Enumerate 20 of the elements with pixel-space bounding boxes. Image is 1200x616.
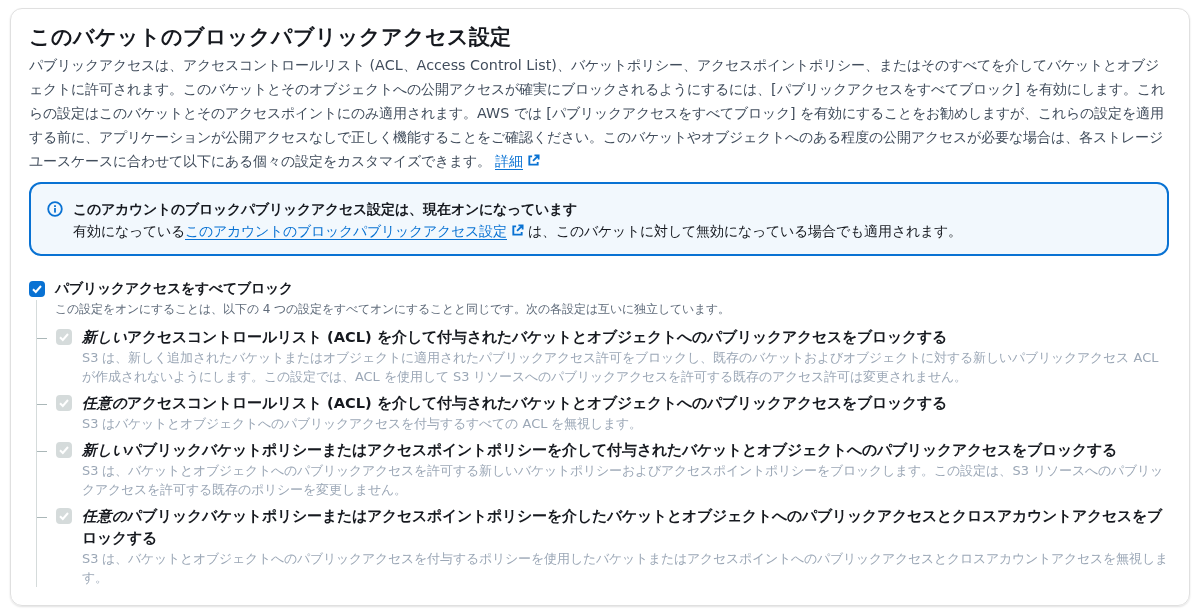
checkbox-description: S3 は、バケットとオブジェクトへのパブリックアクセスを付与するポリシーを使用したバケットまたはアクセスポイントへのパブリックアクセスとクロスアカウントアクセスを無視します。 xyxy=(82,550,1169,587)
checkbox-label: 任意のアクセスコントロールリスト (ACL) を介して付与されたバケットとオブジェクトへのパブリックアクセスをブロックする xyxy=(82,393,947,413)
details-link[interactable]: 詳細 xyxy=(495,153,523,169)
checkbox-label: 新しいパブリックバケットポリシーまたはアクセスポイントポリシーを介して付与されたバケットとオブジェクトへのパブリックアクセスをブロックする xyxy=(82,440,1118,460)
checkbox[interactable] xyxy=(29,281,45,297)
info-icon xyxy=(47,201,63,217)
checkbox-label: パブリックアクセスをすべてブロック xyxy=(55,280,293,298)
alert-text: 有効になっている このアカウントのブロックパブリックアクセス設定 は、このバケットに対して無効になっている場合でも適用されます。 xyxy=(73,222,962,241)
checkbox-label: 任意のパブリックバケットポリシーまたはアクセスポイントポリシーを介したバケットとオブジェクトへのパブリックアクセスとクロスアカウントアクセスをブロックする xyxy=(82,506,1164,548)
external-link-icon xyxy=(527,154,540,167)
checkbox-description: この設定をオンにすることは、以下の 4 つの設定をすべてオンにすることと同じです。次の各設定は互いに独立しています。 xyxy=(55,301,732,318)
account-settings-link[interactable]: このアカウントのブロックパブリックアクセス設定 xyxy=(185,223,507,239)
section-title: このバケットのブロックパブリックアクセス設定 xyxy=(29,24,512,51)
alert-title: このアカウントのブロックパブリックアクセス設定は、現在オンになっています xyxy=(73,200,578,219)
checkbox-description: S3 は、バケットとオブジェクトへのパブリックアクセスを許可する新しいバケットポリシーおよびアクセスポイントポリシーをブロックします。この設定は、S3 リソースへのパブリックアクセスを許可する既存のポリシーを変更しません。 xyxy=(82,462,1164,499)
description-text: パブリックアクセスは、アクセスコントロールリスト (ACL、Access Control List)、バケットポリシー、アクセスポイントポリシー、またはそのすべてを介してバケットとオブジェクトに許可されます。このバケットとそのオブジェクトへの公開アクセスが確実にブロックされるようにするには、[パブリックアクセスをすべてブロック] を有効にします。これらの設定はこのバケットとそのアクセスポイントにのみ適用されます。AWS では [パブリックアクセスをすべてブロック] を有効にすることをお勧めしますが、これらの設定を適用する前に、アプリケーションが公開アクセスなしで正しく機能することをご確認ください。このバケットやオブジェクトへのある程度の公開アクセスが必要な場合は、各ストレージユースケースに合わせて以下にある個々の設定をカスタマイズできます。 詳細 xyxy=(29,56,1166,171)
checkbox-description: S3 はバケットとオブジェクトへのパブリックアクセスを付与するすべての ACL を無視します。 xyxy=(82,415,644,433)
checkbox-label: 新しいアクセスコントロールリスト (ACL) を介して付与されたバケットとオブジェクトへのパブリックアクセスをブロックする xyxy=(82,327,948,347)
external-link-icon xyxy=(511,224,524,237)
checkbox-description: S3 は、新しく追加されたバケットまたはオブジェクトに適用されたパブリックアクセス許可をブロックし、既存のバケットおよびオブジェクトに対する新しいパブリックアクセス ACL が作成されないようにします。この設定では、ACL を使用して S3 リソースへのパブリックアクセスを許可する既存のアクセス許可は変更されません。 xyxy=(82,349,1160,386)
